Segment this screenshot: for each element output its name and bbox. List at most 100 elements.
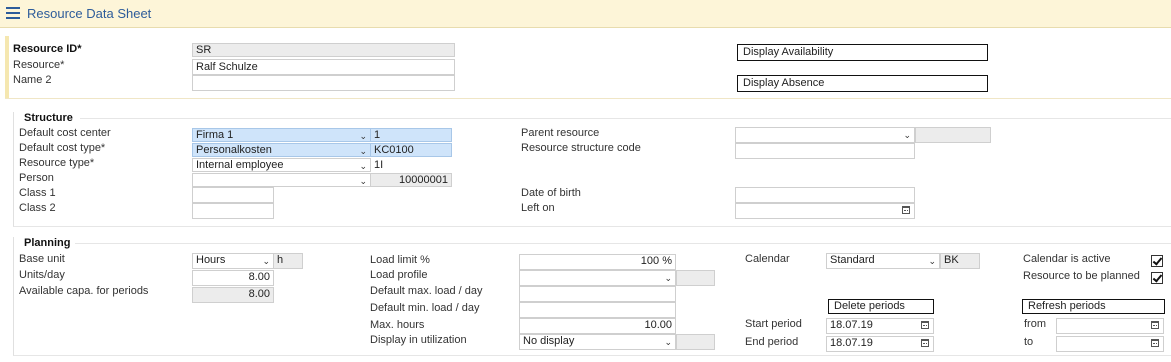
end-period-input[interactable]: 18.07.19 <box>826 336 934 352</box>
load-profile-code <box>676 270 715 286</box>
left-on-label: Left on <box>521 202 555 214</box>
min-load-label: Default min. load / day <box>370 302 480 314</box>
display-util-value: No display <box>523 335 575 347</box>
units-day-input[interactable]: 8.00 <box>192 270 274 286</box>
chevron-down-icon: ⌄ <box>262 256 270 266</box>
cost-center-code: 1 <box>370 128 452 142</box>
resource-id-label: Resource ID* <box>13 43 82 55</box>
calendar-active-label: Calendar is active <box>1023 253 1111 265</box>
dob-input[interactable] <box>735 187 915 203</box>
structure-code-input[interactable] <box>735 143 915 159</box>
person-code: 10000001 <box>370 173 452 187</box>
display-absence-button[interactable]: Display Absence <box>737 75 988 92</box>
title-bar: Resource Data Sheet <box>0 0 1171 28</box>
calendar-code: BK <box>940 253 980 269</box>
page-title: Resource Data Sheet <box>27 6 152 21</box>
to-label: to <box>1024 336 1034 348</box>
start-period-input[interactable]: 18.07.19 <box>826 318 934 334</box>
calendar-select[interactable]: Standard ⌄ <box>826 253 940 269</box>
delete-periods-button[interactable]: Delete periods <box>828 299 934 314</box>
to-be-planned-label: Resource to be planned <box>1023 270 1140 282</box>
cost-type-select[interactable]: Personalkosten ⌄ <box>192 143 371 157</box>
start-period-value: 18.07.19 <box>830 319 873 331</box>
resource-type-value: Internal employee <box>196 159 284 171</box>
resource-id-field: SR <box>192 43 455 57</box>
class2-input[interactable] <box>192 203 274 219</box>
calendar-label: Calendar <box>745 253 790 265</box>
avail-capa-label: Available capa. for periods <box>19 285 149 297</box>
hamburger-menu-icon[interactable] <box>6 7 20 19</box>
name2-input[interactable] <box>192 75 455 91</box>
max-hours-input[interactable]: 10.00 <box>519 318 676 334</box>
load-profile-select[interactable]: ⌄ <box>519 270 676 286</box>
calendar-active-checkbox[interactable] <box>1151 255 1163 267</box>
resource-type-label: Resource type* <box>19 157 95 169</box>
chevron-down-icon: ⌄ <box>664 273 672 283</box>
resource-label: Resource* <box>13 59 65 71</box>
display-util-label: Display in utilization <box>370 334 467 346</box>
from-date-input[interactable] <box>1056 318 1164 334</box>
resource-type-select[interactable]: Internal employee ⌄ <box>192 158 371 172</box>
calendar-icon[interactable] <box>921 321 929 329</box>
to-date-input[interactable] <box>1056 336 1164 352</box>
max-hours-label: Max. hours <box>370 319 425 331</box>
chevron-down-icon: ⌄ <box>359 146 367 156</box>
cost-center-label: Default cost center <box>19 127 111 139</box>
end-period-value: 18.07.19 <box>830 337 873 349</box>
calendar-value: Standard <box>830 254 875 266</box>
cost-type-value: Personalkosten <box>196 144 272 156</box>
header-section <box>5 36 1171 98</box>
display-availability-button[interactable]: Display Availability <box>737 44 988 61</box>
start-period-label: Start period <box>745 318 802 330</box>
end-period-label: End period <box>745 336 799 348</box>
to-be-planned-checkbox[interactable] <box>1151 272 1163 284</box>
person-select[interactable]: ⌄ <box>192 173 371 187</box>
units-day-label: Units/day <box>19 269 65 281</box>
left-on-input[interactable] <box>735 203 915 219</box>
avail-capa-field: 8.00 <box>192 287 274 303</box>
load-limit-label: Load limit % <box>370 254 430 266</box>
class2-label: Class 2 <box>19 202 56 214</box>
calendar-icon[interactable] <box>921 339 929 347</box>
chevron-down-icon: ⌄ <box>359 161 367 171</box>
chevron-down-icon: ⌄ <box>359 176 367 186</box>
dob-label: Date of birth <box>521 187 581 199</box>
parent-resource-select[interactable]: ⌄ <box>735 127 915 143</box>
parent-resource-label: Parent resource <box>521 127 600 139</box>
max-load-label: Default max. load / day <box>370 285 483 297</box>
base-unit-code: h <box>273 253 303 269</box>
chevron-down-icon: ⌄ <box>903 130 911 140</box>
load-limit-input[interactable]: 100 % <box>519 254 676 270</box>
structure-divider <box>80 118 1171 119</box>
calendar-icon[interactable] <box>902 206 910 214</box>
chevron-down-icon: ⌄ <box>664 337 672 347</box>
cost-center-select[interactable]: Firma 1 ⌄ <box>192 128 371 142</box>
resource-name-input[interactable]: Ralf Schulze <box>192 59 455 75</box>
base-unit-label: Base unit <box>19 253 65 265</box>
chevron-down-icon: ⌄ <box>359 131 367 141</box>
class1-input[interactable] <box>192 187 274 203</box>
from-label: from <box>1024 318 1046 330</box>
cost-center-value: Firma 1 <box>196 129 234 141</box>
class1-label: Class 1 <box>19 187 56 199</box>
base-unit-select[interactable]: Hours ⌄ <box>192 253 274 269</box>
person-label: Person <box>19 172 54 184</box>
refresh-periods-button[interactable]: Refresh periods <box>1022 299 1165 314</box>
cost-type-label: Default cost type* <box>19 142 106 154</box>
chevron-down-icon: ⌄ <box>928 256 936 266</box>
display-util-select[interactable]: No display ⌄ <box>519 334 676 350</box>
parent-resource-code <box>915 127 991 143</box>
base-unit-value: Hours <box>196 254 226 266</box>
planning-divider <box>75 243 1171 244</box>
planning-title: Planning <box>24 237 71 249</box>
calendar-icon[interactable] <box>1151 339 1159 347</box>
resource-type-code: 1I <box>374 159 384 171</box>
calendar-icon[interactable] <box>1151 321 1159 329</box>
name2-label: Name 2 <box>13 74 52 86</box>
max-load-input[interactable] <box>519 286 676 302</box>
structure-title: Structure <box>24 112 73 124</box>
structure-code-label: Resource structure code <box>521 142 641 154</box>
min-load-input[interactable] <box>519 302 676 318</box>
cost-type-code: KC0100 <box>370 143 452 157</box>
display-util-code <box>676 334 715 350</box>
